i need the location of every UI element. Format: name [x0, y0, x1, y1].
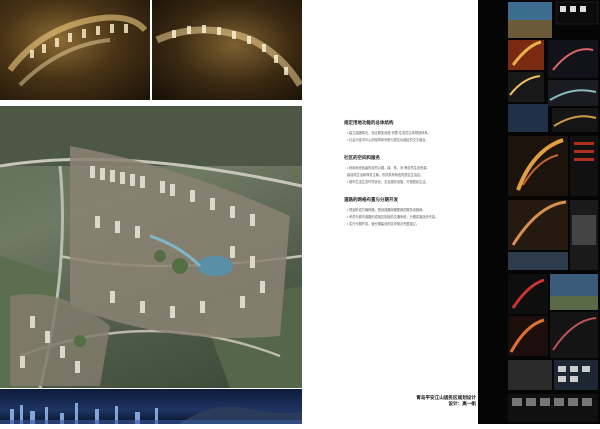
model-photo-left [0, 0, 150, 100]
section-heading: 社区的空间和服务 [344, 155, 380, 160]
aerial-rendering [0, 106, 302, 388]
model-photo-middle-art [155, 25, 304, 87]
notes-section-structure: 规定用地功能的总体结构 • 建立组团单元，社区服务设施-邻里-住宅的主体规划体系… [344, 120, 476, 143]
thumbnail-column-art [508, 1, 599, 422]
night-skyline-photo [0, 389, 302, 424]
aerial-rendering-art [0, 106, 302, 388]
section-bullet: • 社会与经济中心的结构体系是与居住功能区的交叉组合。 [347, 138, 429, 142]
model-photo-left-art [7, 14, 148, 87]
section-bullet: • 规划形成方格网路，规划道路网格配置的服务设施网。 [347, 208, 426, 212]
design-notes-panel: 规定用地功能的总体结构 • 建立组团单元，社区服务设施-邻里-住宅的主体规划体系… [344, 120, 476, 239]
notes-section-roads: 道路的网格布置与分期开发 • 规划形成方格网路，规划道路网格配置的服务设施网。 … [344, 197, 476, 227]
section-bullet: • 考虑与城市道路形成相互衔接的交通系统，分期实施逐步完善。 [347, 215, 439, 219]
section-bullet: • 城市生活生态环境优化，交互服务设施，方便居民生活。 [347, 180, 429, 184]
notes-section-space: 社区的空间和服务 • 利用地块各级的自然公园、绿、林、河 等自然生态资源， 建设… [344, 155, 476, 185]
section-heading: 规定用地功能的总体结构 [344, 120, 394, 125]
section-bullet: 建设成生活和商务主轴，形成具有特色的居住生活区。 [347, 173, 424, 177]
section-bullet: • 建立组团单元，社区服务设施-邻里-住宅的主体规划体系。 [347, 131, 431, 135]
night-skyline-art [0, 403, 302, 424]
section-heading: 道路的网格布置与分期开发 [344, 197, 398, 202]
model-photo-middle [152, 0, 304, 100]
section-bullet: • 利用地块各级的自然公园、绿、林、河 等自然生态资源， [347, 166, 430, 170]
thumbnail-column [478, 0, 600, 424]
designer-credit: 设计：高一帆 [448, 401, 476, 406]
section-bullet: • 实行分期开发，使分期建设的区块相对完整独立。 [347, 222, 420, 226]
board-caption: 青岛平安江山居民区规划设计 设计：高一帆 [400, 395, 476, 407]
